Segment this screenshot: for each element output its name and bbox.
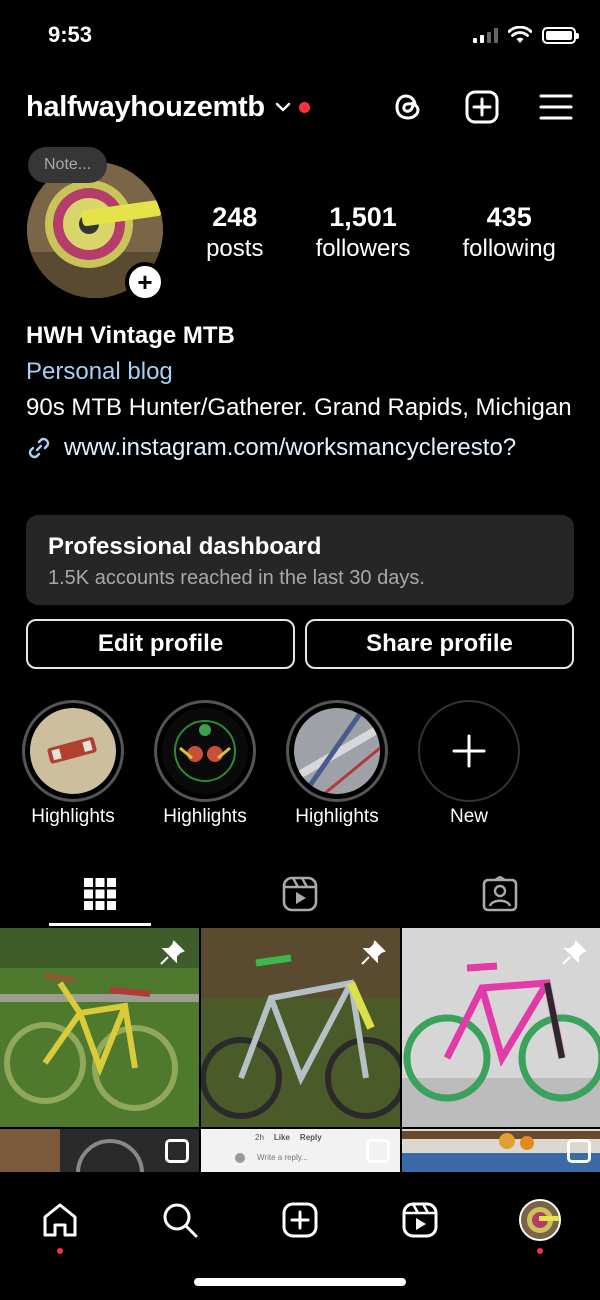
avatar xyxy=(235,1153,245,1163)
profile-header: halfwayhouzemtb xyxy=(26,82,574,132)
highlight-item[interactable]: Highlights xyxy=(22,700,124,828)
multiple-photos-icon xyxy=(567,1139,591,1163)
highlight-item[interactable]: Highlights xyxy=(154,700,256,828)
nav-search[interactable] xyxy=(150,1190,210,1250)
highlight-label: Highlights xyxy=(163,806,247,827)
new-highlight-ring xyxy=(418,700,520,802)
bio-text: 90s MTB Hunter/Gatherer. Grand Rapids, M… xyxy=(26,394,572,421)
plus-icon xyxy=(452,734,486,768)
username[interactable]: halfwayhouzemtb xyxy=(26,91,265,124)
multiple-photos-icon xyxy=(165,1139,189,1163)
tab-grid[interactable] xyxy=(0,862,200,926)
nav-create[interactable] xyxy=(270,1190,330,1250)
tab-tagged[interactable] xyxy=(400,862,600,926)
nav-home[interactable] xyxy=(30,1190,90,1254)
search-icon xyxy=(163,1203,198,1238)
reply-like: Like xyxy=(273,1133,290,1142)
multiple-photos-icon xyxy=(366,1139,390,1163)
wifi-icon xyxy=(508,26,532,43)
profile-category[interactable]: Personal blog xyxy=(26,358,574,386)
profile-avatar-wrap: Note... + xyxy=(27,147,165,302)
home-icon xyxy=(43,1203,77,1237)
home-indicator xyxy=(194,1278,406,1286)
bio-link-text: www.instagram.com/worksmancycleresto? xyxy=(64,434,517,461)
stat-label: following xyxy=(462,235,556,262)
nav-profile[interactable] xyxy=(510,1190,570,1254)
professional-dashboard[interactable]: Professional dashboard 1.5K accounts rea… xyxy=(26,515,574,605)
tagged-icon xyxy=(482,876,518,912)
reply-action: Reply xyxy=(299,1133,322,1142)
stat-label: posts xyxy=(206,235,264,262)
note-bubble[interactable]: Note... xyxy=(28,147,108,183)
reels-icon xyxy=(282,876,318,912)
menu-icon[interactable] xyxy=(538,89,574,125)
dashboard-subtitle: 1.5K accounts reached in the last 30 day… xyxy=(48,567,425,589)
pin-icon xyxy=(562,940,587,965)
notification-dot xyxy=(537,1248,543,1254)
tab-reels[interactable] xyxy=(200,862,400,926)
grid-icon xyxy=(84,878,116,910)
highlight-item[interactable]: Highlights xyxy=(286,700,388,828)
notification-dot xyxy=(57,1248,63,1254)
share-profile-button[interactable]: Share profile xyxy=(305,619,574,669)
highlight-label: Highlights xyxy=(31,806,115,827)
highlight-label: New xyxy=(449,806,488,827)
status-time: 9:53 xyxy=(48,22,93,47)
stat-following[interactable]: 435 following xyxy=(463,202,556,263)
posts-grid: 2h Like Reply Write a reply... xyxy=(0,928,600,1173)
reply-meta: 2h Like Reply xyxy=(255,1133,322,1142)
status-bar: 9:53 xyxy=(0,0,600,70)
stat-followers[interactable]: 1,501 followers xyxy=(316,202,411,263)
bio-link[interactable]: www.instagram.com/worksmancycleresto? xyxy=(26,434,574,462)
post-thumbnail[interactable] xyxy=(0,1129,199,1173)
highlight-ring xyxy=(22,700,124,802)
profile-bio: HWH Vintage MTB Personal blog 90s MTB Hu… xyxy=(26,322,574,462)
highlight-thumbnail xyxy=(162,708,248,794)
signal-icon xyxy=(473,27,498,43)
profile-tabs xyxy=(0,862,600,926)
post-thumbnail[interactable] xyxy=(201,928,400,1127)
battery-icon xyxy=(542,26,579,44)
stat-label: followers xyxy=(315,235,411,262)
display-name: HWH Vintage MTB xyxy=(26,322,235,349)
post-thumbnail[interactable] xyxy=(402,928,600,1127)
create-post-icon[interactable] xyxy=(464,89,500,125)
edit-profile-button[interactable]: Edit profile xyxy=(26,619,295,669)
reply-placeholder: Write a reply... xyxy=(257,1153,308,1162)
highlight-thumbnail xyxy=(294,708,380,794)
dashboard-title: Professional dashboard xyxy=(48,533,322,560)
reels-icon xyxy=(402,1202,438,1238)
profile-stats: 248 posts 1,501 followers 435 following xyxy=(180,202,582,263)
status-icons xyxy=(473,26,579,44)
profile-action-buttons: Edit profile Share profile xyxy=(26,619,574,669)
create-icon xyxy=(282,1202,318,1238)
stat-posts[interactable]: 248 posts xyxy=(206,202,263,263)
add-story-icon[interactable]: + xyxy=(125,262,165,302)
pin-icon xyxy=(160,940,185,965)
highlight-label: Highlights xyxy=(295,806,379,827)
nav-reels[interactable] xyxy=(390,1190,450,1250)
post-thumbnail[interactable] xyxy=(0,928,199,1127)
highlight-thumbnail xyxy=(30,708,116,794)
chevron-down-icon[interactable] xyxy=(273,97,293,117)
header-actions xyxy=(390,89,574,125)
highlight-ring xyxy=(286,700,388,802)
pin-icon xyxy=(361,940,386,965)
reply-time: 2h xyxy=(255,1133,264,1142)
stat-value: 435 xyxy=(486,202,532,232)
highlight-ring xyxy=(154,700,256,802)
notification-dot xyxy=(298,101,310,113)
stat-value: 1,501 xyxy=(329,202,397,232)
avatar xyxy=(519,1199,561,1241)
threads-icon[interactable] xyxy=(390,89,426,125)
stat-value: 248 xyxy=(212,202,258,232)
post-thumbnail[interactable] xyxy=(402,1129,600,1173)
post-thumbnail[interactable]: 2h Like Reply Write a reply... xyxy=(201,1129,400,1173)
story-highlights: Highlights Highlights Highlights New xyxy=(22,700,520,828)
new-highlight[interactable]: New xyxy=(418,700,520,828)
link-icon xyxy=(28,437,50,459)
